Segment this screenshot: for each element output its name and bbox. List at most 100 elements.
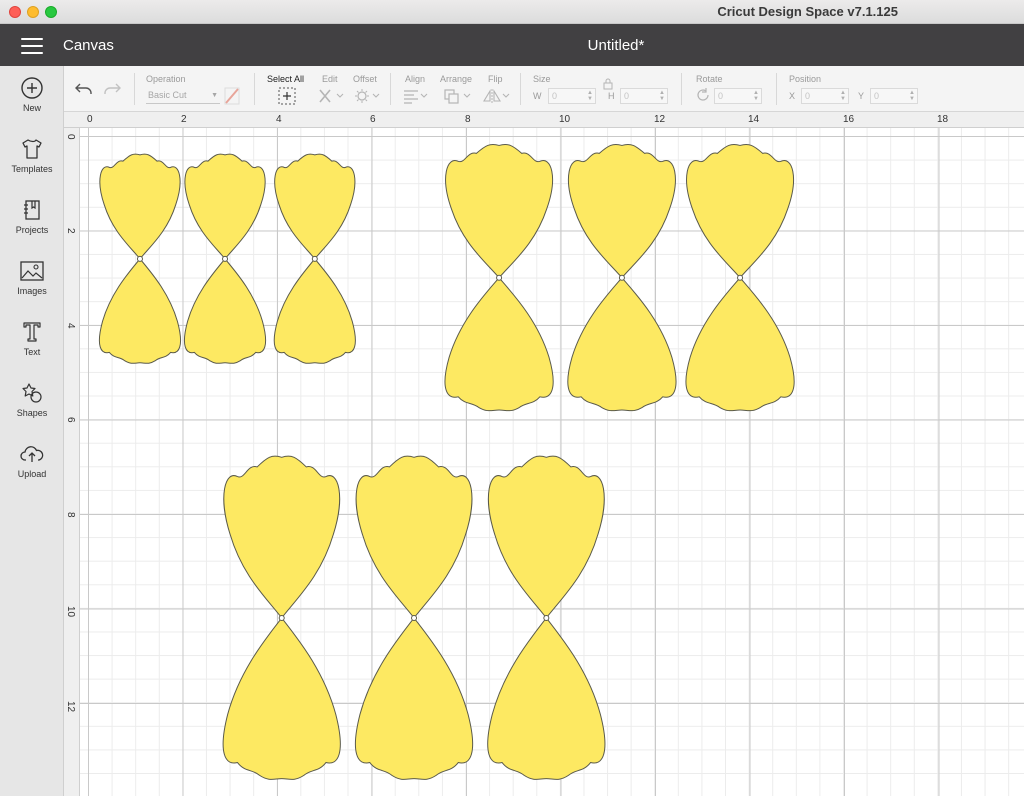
stepper-icon: ▲ ▼ (840, 90, 846, 102)
toolbar-divider (681, 73, 682, 105)
rotate-icon (697, 88, 709, 101)
offset-label: Offset (353, 74, 377, 84)
ruler-tick-label: 10 (559, 114, 571, 125)
toolbar-divider (254, 73, 255, 105)
operation-label: Operation (146, 74, 186, 84)
sidebar-item-label: Shapes (16, 408, 48, 418)
rotate-label: Rotate (696, 74, 723, 84)
ruler-tick-label: 6 (65, 417, 76, 423)
text-t-icon (23, 322, 41, 342)
sidebar-item-shapes[interactable]: Shapes (0, 381, 64, 437)
offset-icon[interactable] (354, 88, 380, 104)
window-titlebar: Cricut Design Space v7.1.125 (0, 0, 1024, 24)
ruler-tick-label: 10 (65, 606, 76, 618)
stepper-icon: ▲ ▼ (909, 90, 915, 102)
height-value: 0 (624, 91, 630, 101)
petal-center-hole (496, 274, 503, 281)
sidebar-item-text[interactable]: Text (0, 320, 64, 376)
flip-label: Flip (488, 74, 503, 84)
ruler-tick-label: 6 (370, 114, 376, 125)
ruler-tick-label: 2 (181, 114, 187, 125)
width-label: W (533, 91, 542, 101)
ruler-tick-label: 0 (65, 134, 76, 140)
arrange-label: Arrange (440, 74, 473, 84)
petal-center-hole (543, 614, 550, 621)
stepper-icon: ▲ ▼ (753, 90, 759, 102)
app-header: Canvas Untitled* (0, 24, 1024, 66)
pen-color-icon[interactable] (224, 87, 240, 105)
chevron-down-icon: ▼ (211, 92, 218, 99)
sidebar-item-new[interactable]: New (0, 76, 64, 132)
toolbar-divider (776, 73, 777, 105)
select-all-label: Select All (267, 74, 305, 84)
ruler-tick-label: 12 (654, 114, 666, 125)
edit-tools-icon[interactable] (318, 88, 344, 104)
sidebar-item-upload[interactable]: Upload (0, 442, 64, 498)
document-title[interactable]: Untitled* (588, 37, 645, 54)
arrange-icon[interactable] (443, 88, 471, 104)
x-position-field[interactable]: 0 ▲ ▼ (801, 88, 849, 104)
petal-center-hole (618, 274, 625, 281)
ruler-tick-label: 8 (465, 114, 471, 125)
image-icon (20, 261, 44, 281)
horizontal-ruler: 0 2 4 6 8 10 12 14 16 18 (64, 112, 1024, 128)
undo-icon[interactable] (74, 81, 94, 97)
align-label: Align (405, 74, 426, 84)
sidebar-item-templates[interactable]: Templates (0, 137, 64, 193)
canvas-label: Canvas (63, 37, 114, 54)
rotate-field[interactable]: 0 ▲ ▼ (714, 88, 762, 104)
toolbar-divider (390, 73, 391, 105)
sidebar-item-label: Templates (11, 164, 53, 174)
width-value: 0 (552, 91, 558, 101)
petal-center-hole (737, 274, 744, 281)
petal-center-hole (278, 614, 285, 621)
notebook-icon (24, 200, 40, 220)
rotate-value: 0 (718, 91, 724, 101)
zoom-window-button[interactable] (45, 6, 57, 18)
align-icon[interactable] (402, 88, 428, 104)
minimize-window-button[interactable] (27, 6, 39, 18)
shapes-icon (22, 383, 42, 403)
sidebar-item-images[interactable]: Images (0, 259, 64, 315)
sidebar-item-projects[interactable]: Projects (0, 198, 64, 254)
sidebar-item-label: New (22, 103, 41, 113)
y-position-field[interactable]: 0 ▲ ▼ (870, 88, 918, 104)
height-label: H (608, 91, 615, 101)
cloud-upload-icon (20, 446, 44, 462)
y-value: 0 (874, 91, 880, 101)
operation-value: Basic Cut (148, 90, 187, 100)
ruler-tick-label: 12 (65, 701, 76, 713)
redo-icon[interactable] (102, 81, 122, 97)
plus-circle-icon (21, 77, 43, 99)
ruler-tick-label: 4 (65, 323, 76, 329)
ruler-tick-label: 8 (65, 512, 76, 518)
toolbar-divider (520, 73, 521, 105)
flip-icon[interactable] (482, 88, 510, 104)
menu-icon[interactable] (21, 38, 43, 54)
petal-center-hole (411, 614, 418, 621)
width-field[interactable]: 0 ▲ ▼ (548, 88, 596, 104)
ruler-tick-label: 14 (748, 114, 760, 125)
ruler-tick-label: 2 (65, 228, 76, 234)
petal-center-hole (222, 255, 229, 262)
lock-icon[interactable] (603, 78, 613, 90)
close-window-button[interactable] (9, 6, 21, 18)
left-sidebar: New Templates Projects Images Text Shape… (0, 66, 64, 796)
ruler-tick-label: 4 (276, 114, 282, 125)
sidebar-item-label: Projects (15, 225, 49, 235)
petal-center-hole (311, 255, 318, 262)
stepper-icon: ▲ ▼ (659, 90, 665, 102)
edit-label: Edit (322, 74, 338, 84)
position-label: Position (789, 74, 822, 84)
sidebar-item-label: Upload (17, 469, 47, 479)
toolbar-divider (134, 73, 135, 105)
design-canvas[interactable] (80, 128, 1024, 796)
select-all-icon[interactable] (278, 87, 296, 105)
canvas-shapes-layer (80, 128, 1024, 796)
y-label: Y (858, 91, 865, 101)
x-label: X (789, 91, 796, 101)
height-field[interactable]: 0 ▲ ▼ (620, 88, 668, 104)
operation-select[interactable]: Basic Cut ▼ (146, 88, 220, 104)
ruler-tick-label: 0 (87, 114, 93, 125)
window-title: Cricut Design Space v7.1.125 (717, 4, 898, 19)
